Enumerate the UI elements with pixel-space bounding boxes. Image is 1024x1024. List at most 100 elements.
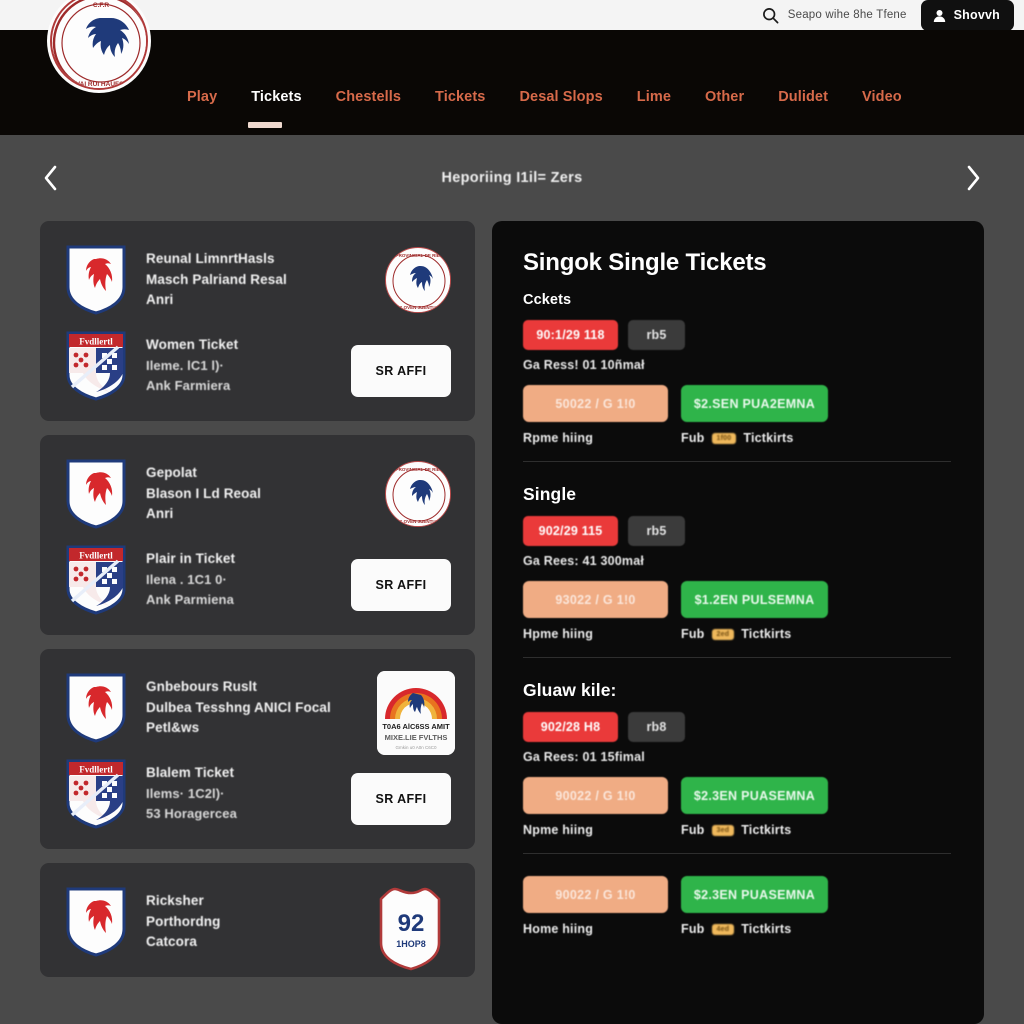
- ticket-row: Fvdllertl Women Ticket Ileme. lC1 l)· An…: [64, 329, 451, 401]
- caption-right-post: Tictkirts: [741, 627, 792, 641]
- svg-text:MIXE.LIE FVLTHS: MIXE.LIE FVLTHS: [385, 733, 448, 742]
- caption-right: Fub 2ed Tictkirts: [681, 627, 791, 641]
- caption-right-post: Tictkirts: [741, 823, 792, 837]
- carousel-next-button[interactable]: [958, 156, 988, 200]
- search-icon: [762, 7, 779, 24]
- search-area[interactable]: Seapo wihe 8he Tfene: [762, 7, 907, 24]
- ticket-section-title: Gluaw kile:: [523, 680, 617, 700]
- caption-row: Rpme hiing Fub 1f00 Tictkirts: [523, 431, 951, 445]
- caption-right: Fub 3ed Tictkirts: [681, 823, 791, 837]
- arch-rainbow-badge: T0A6 AlC6SS AMIT MIXE.LIE FVLTHS Gmkin u…: [377, 671, 455, 755]
- chevron-right-icon: [963, 163, 983, 193]
- caption-right-pre: Fub: [681, 823, 705, 837]
- horse-shield-crest-icon: [64, 243, 128, 315]
- caption-left: Npme hiing: [523, 823, 594, 837]
- purchase-button[interactable]: $2.3EN PUASEMNA: [681, 777, 828, 814]
- round-competition-badge: E PROVINCIAL DE RIEGO S OVEN JUENTUS: [385, 461, 451, 527]
- caption-tag-badge: 1f00: [711, 432, 737, 444]
- purchase-button[interactable]: $2.3EN PUASEMNA: [681, 876, 828, 913]
- match-card[interactable]: Ricksher Porthordng Catcora 92 1HOP8: [40, 863, 475, 977]
- caption-tag-badge: 2ed: [711, 628, 735, 640]
- ticket-button-row: 93022 / G 1!0 $1.2EN PULSEMNA: [523, 581, 951, 618]
- reserve-button[interactable]: 90022 / G 1!0: [523, 777, 668, 814]
- price-pill[interactable]: 902/29 115: [523, 516, 618, 546]
- ticket-row: Fvdllertl Blalem Ticket Ilems· 1C2l)· 53…: [64, 757, 451, 829]
- ticket-section: Single 902/29 115 rb5 Ga Rees: 41 300mał…: [523, 461, 951, 657]
- qty-pill[interactable]: rb5: [628, 516, 685, 546]
- ticket-button-row: 90022 / G 1!0 $2.3EN PUASEMNA: [523, 876, 951, 913]
- reserve-button[interactable]: 50022 / G 1!0: [523, 385, 668, 422]
- heraldic-shield-crest-icon: Fvdllertl: [64, 543, 128, 615]
- buy-ticket-button[interactable]: SR AFFI: [351, 773, 451, 825]
- match-card[interactable]: Gepolat Blason I Ld Reoal Anri E PROVINC…: [40, 435, 475, 635]
- purchase-button[interactable]: $2.SEN PUA2EMNA: [681, 385, 828, 422]
- price-pill[interactable]: 90:1/29 118: [523, 320, 618, 350]
- nav-item-desal-slops[interactable]: Desal Slops: [502, 89, 619, 135]
- nav-item-dulidet[interactable]: Dulidet: [761, 89, 845, 135]
- ticket-section-title: Cckets: [523, 292, 572, 308]
- svg-text:E PROVINCIAL DE RIEGO: E PROVINCIAL DE RIEGO: [391, 467, 447, 472]
- caption-right-post: Tictkirts: [741, 922, 792, 936]
- qty-pill[interactable]: rb5: [628, 320, 685, 350]
- caption-row: Hpme hiing Fub 2ed Tictkirts: [523, 627, 951, 641]
- nav-item-lime[interactable]: Lime: [620, 89, 688, 135]
- ticket-section: Cckets 90:1/29 118 rb5 Ga Ress! 01 10ñma…: [523, 292, 951, 461]
- nav-item-play[interactable]: Play: [170, 89, 234, 135]
- qty-pill[interactable]: rb8: [628, 712, 685, 742]
- caption-left: Hpme hiing: [523, 627, 594, 641]
- nav-item-tickets-2[interactable]: Tickets: [418, 89, 502, 135]
- ticket-meta: Ga Rees: 01 15fimal: [523, 750, 645, 764]
- fixture-row: Ricksher Porthordng Catcora 92 1HOP8: [64, 885, 451, 971]
- search-input[interactable]: Seapo wihe 8he Tfene: [788, 9, 907, 21]
- svg-text:C.F.R: C.F.R: [93, 2, 110, 9]
- sign-in-button[interactable]: Shovvh: [920, 0, 1014, 31]
- svg-text:T0A6 AlC6SS AMIT: T0A6 AlC6SS AMIT: [382, 722, 450, 731]
- horse-shield-crest-icon: [64, 885, 128, 957]
- ticket-section-title: Single: [523, 484, 577, 504]
- caption-right-pre: Fub: [681, 431, 705, 445]
- caption-left: Home hiing: [523, 922, 594, 936]
- carousel-title: Heporiing I1il= Zers: [441, 170, 583, 186]
- caption-row: Npme hiing Fub 3ed Tictkirts: [523, 823, 951, 837]
- ticket-meta: Ga Ress! 01 10ñmał: [523, 358, 645, 372]
- price-pill[interactable]: 902/28 H8: [523, 712, 618, 742]
- svg-text:Fvdllertl: Fvdllertl: [79, 765, 113, 775]
- ticket-row: Fvdllertl Plair in Ticket Ilena . 1C1 0·…: [64, 543, 451, 615]
- sign-in-label: Shovvh: [953, 8, 1000, 22]
- round-competition-badge: E PROVINCIAL DE RIEGO S OVEN JUENTUS: [385, 247, 451, 313]
- carousel-header: Heporiing I1il= Zers: [0, 135, 1024, 221]
- ticket-button-row: 90022 / G 1!0 $2.3EN PUASEMNA: [523, 777, 951, 814]
- nav-item-video[interactable]: Video: [845, 89, 919, 135]
- tickets-panel-wrapper: Singok Single Tickets Cckets 90:1/29 118…: [492, 221, 984, 1024]
- caption-row: Home hiing Fub 4ed Tictkirts: [523, 922, 951, 936]
- user-icon: [932, 8, 947, 23]
- ticket-section: Gluaw kile: 902/28 H8 rb8 Ga Rees: 01 15…: [523, 657, 951, 853]
- nav-item-other[interactable]: Other: [688, 89, 761, 135]
- nav-item-tickets[interactable]: Tickets: [234, 89, 318, 135]
- ticket-meta: Ga Rees: 41 300mał: [523, 554, 645, 568]
- reserve-button[interactable]: 93022 / G 1!0: [523, 581, 668, 618]
- match-card[interactable]: Reunal LimnrtHasls Masch Palriand Resal …: [40, 221, 475, 421]
- reserve-button[interactable]: 90022 / G 1!0: [523, 876, 668, 913]
- svg-text:E PROVINCIAL DE RIEGO: E PROVINCIAL DE RIEGO: [391, 253, 447, 258]
- match-card[interactable]: Gnbebours Ruslt Dulbea Tesshng ANICl Foc…: [40, 649, 475, 849]
- horse-shield-crest-icon: [64, 671, 128, 743]
- caption-right-post: Tictkirts: [743, 431, 794, 445]
- svg-text:Fvdllertl: Fvdllertl: [79, 551, 113, 561]
- svg-text:S OVEN JUENTUS: S OVEN JUENTUS: [399, 305, 438, 310]
- tickets-panel: Singok Single Tickets Cckets 90:1/29 118…: [492, 221, 984, 1024]
- buy-ticket-button[interactable]: SR AFFI: [351, 345, 451, 397]
- top-bar: C.F.R IVAI RUI HAUFCS Seapo wihe 8he Tfe…: [0, 0, 1024, 90]
- buy-ticket-button[interactable]: SR AFFI: [351, 559, 451, 611]
- pill-row: 902/28 H8 rb8: [523, 712, 951, 742]
- svg-text:Fvdllertl: Fvdllertl: [79, 337, 113, 347]
- caption-left: Rpme hiing: [523, 431, 594, 445]
- tickets-panel-heading: Singok Single Tickets: [523, 249, 767, 276]
- main-navigation: Play Tickets Chestells Tickets Desal Slo…: [0, 30, 1024, 135]
- match-list: Reunal LimnrtHasls Masch Palriand Resal …: [40, 221, 483, 1024]
- caption-right-pre: Fub: [681, 627, 705, 641]
- fixture-row: Gnbebours Ruslt Dulbea Tesshng ANICl Foc…: [64, 671, 455, 755]
- purchase-button[interactable]: $1.2EN PULSEMNA: [681, 581, 828, 618]
- nav-item-chestells[interactable]: Chestells: [319, 89, 418, 135]
- ticket-button-row: 50022 / G 1!0 $2.SEN PUA2EMNA: [523, 385, 951, 422]
